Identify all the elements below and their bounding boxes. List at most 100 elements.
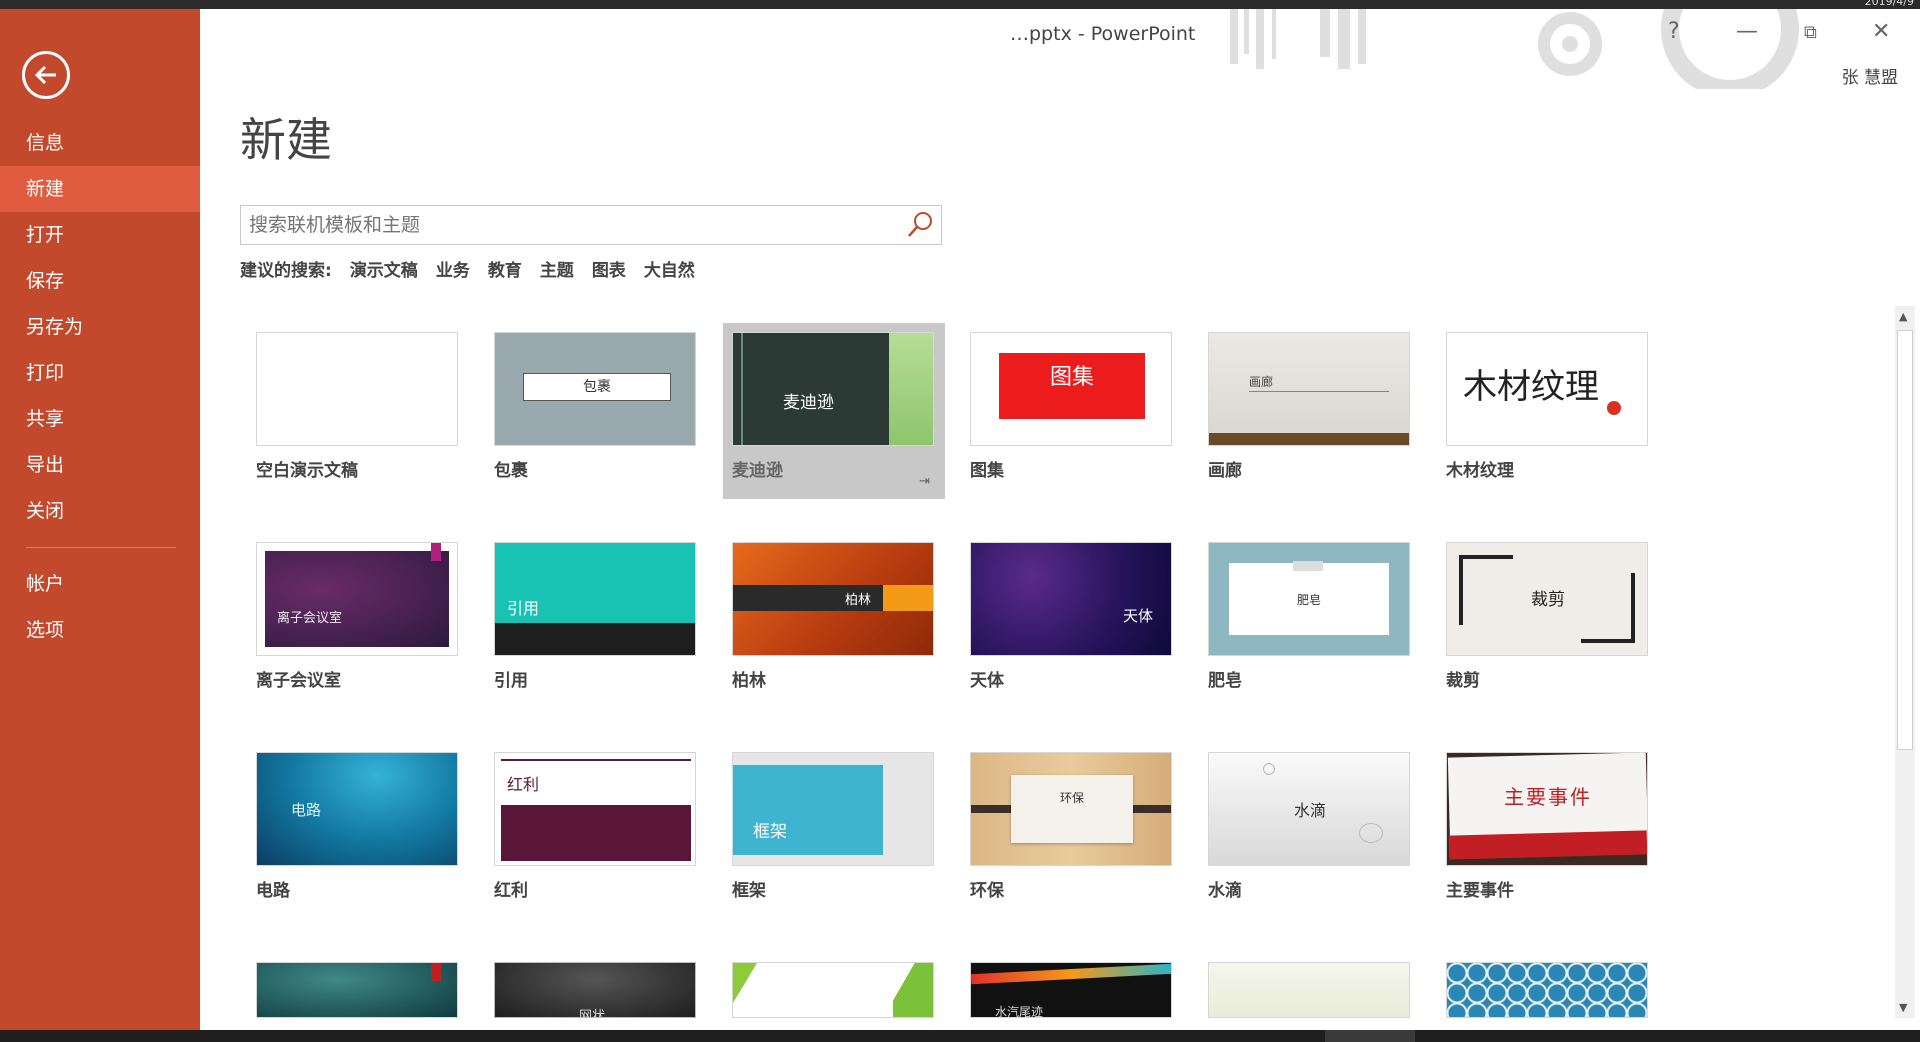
template-tile[interactable] xyxy=(1446,962,1648,1018)
template-tile-circuit[interactable]: 电路 电路 xyxy=(256,752,458,901)
template-thumbnail: 天体 xyxy=(970,542,1172,656)
template-tile-vapor-trail[interactable]: 水汽尾迹 xyxy=(970,962,1172,1018)
thumbnail-label: 电路 xyxy=(291,801,322,819)
template-name: 木材纹理 xyxy=(1446,461,1514,481)
template-tile-madison[interactable]: 麦迪逊 麦迪逊 ⇥ xyxy=(732,332,934,489)
template-tile-savon[interactable]: 肥皂 肥皂 xyxy=(1208,542,1410,691)
thumbnail-label: 水汽尾迹 xyxy=(995,1005,1044,1018)
template-thumbnail: 肥皂 xyxy=(1208,542,1410,656)
sidebar-item-open[interactable]: 打开 xyxy=(0,212,200,258)
template-thumbnail: 画廊 xyxy=(1208,332,1410,446)
template-thumbnail: 网状 xyxy=(494,962,696,1018)
template-name: 图集 xyxy=(970,461,1004,481)
pin-icon[interactable]: ⇥ xyxy=(919,474,930,489)
sidebar-item-save[interactable]: 保存 xyxy=(0,258,200,304)
scroll-up-icon[interactable]: ▲ xyxy=(1899,310,1907,323)
template-thumbnail: 离子会议室 xyxy=(256,542,458,656)
template-tile-ion-boardroom[interactable]: 离子会议室 离子会议室 xyxy=(256,542,458,691)
template-thumbnail: 图集 xyxy=(970,332,1172,446)
suggestion-link[interactable]: 演示文稿 xyxy=(350,256,418,281)
template-tile-main-event[interactable]: 主要事件 主要事件 xyxy=(1446,752,1648,901)
template-thumbnail: 麦迪逊 xyxy=(732,332,934,446)
suggestion-link[interactable]: 业务 xyxy=(436,256,470,281)
suggestion-link[interactable]: 图表 xyxy=(592,256,626,281)
template-tile[interactable] xyxy=(732,962,934,1018)
help-icon[interactable]: ? xyxy=(1668,19,1680,44)
template-tile-blank[interactable]: 空白演示文稿 xyxy=(256,332,458,481)
sidebar-item-print[interactable]: 打印 xyxy=(0,350,200,396)
sidebar-item-info[interactable]: 信息 xyxy=(0,120,200,166)
vertical-scrollbar[interactable]: ▲ ▼ xyxy=(1895,306,1915,1018)
template-thumbnail: 环保 xyxy=(970,752,1172,866)
date-text: 2019/4/9 xyxy=(1864,0,1914,8)
thumbnail-label: 主要事件 xyxy=(1504,785,1592,809)
taskbar xyxy=(0,1030,1920,1042)
suggestion-link[interactable]: 主题 xyxy=(540,256,574,281)
template-tile-droplet[interactable]: 水滴 水滴 xyxy=(1208,752,1410,901)
template-thumbnail xyxy=(1208,962,1410,1018)
restore-icon[interactable]: ⧉ xyxy=(1804,22,1817,43)
thumbnail-label: 环保 xyxy=(1059,791,1084,805)
sidebar-divider xyxy=(26,547,176,548)
template-name: 框架 xyxy=(732,881,766,901)
template-tile[interactable] xyxy=(1208,962,1410,1018)
thumbnail-label: 肥皂 xyxy=(1296,593,1321,607)
template-tile-berlin[interactable]: 柏林 柏林 xyxy=(732,542,934,691)
template-name: 电路 xyxy=(256,881,290,901)
sidebar-item-share[interactable]: 共享 xyxy=(0,396,200,442)
thumbnail-label: 红利 xyxy=(507,775,540,794)
user-name[interactable]: 张 慧盟 xyxy=(1842,63,1898,88)
template-thumbnail xyxy=(256,332,458,446)
search-icon[interactable] xyxy=(905,210,935,240)
template-tile-parcel[interactable]: 包裹 包裹 xyxy=(494,332,696,481)
template-thumbnail: 木材纹理 xyxy=(1446,332,1648,446)
document-title: …pptx - PowerPoint xyxy=(1010,23,1196,45)
template-tile-dividend[interactable]: 红利 红利 xyxy=(494,752,696,901)
minimize-icon[interactable]: — xyxy=(1736,19,1758,44)
thumbnail-label: 水滴 xyxy=(1293,801,1326,820)
template-thumbnail: 水滴 xyxy=(1208,752,1410,866)
taskbar-item[interactable] xyxy=(1325,1030,1415,1042)
sidebar-item-options[interactable]: 选项 xyxy=(0,607,200,653)
template-name: 主要事件 xyxy=(1446,881,1514,901)
template-thumbnail: 引用 xyxy=(494,542,696,656)
template-tile[interactable] xyxy=(256,962,458,1018)
template-tile-crop[interactable]: 裁剪 裁剪 xyxy=(1446,542,1648,691)
page-title: 新建 xyxy=(240,113,332,167)
template-thumbnail xyxy=(256,962,458,1018)
search-input[interactable] xyxy=(247,206,891,244)
scroll-down-icon[interactable]: ▼ xyxy=(1899,1001,1907,1014)
template-tile-frame[interactable]: 框架 框架 xyxy=(732,752,934,901)
sidebar-item-new[interactable]: 新建 xyxy=(0,166,200,212)
search-box xyxy=(240,205,942,245)
thumbnail-label: 天体 xyxy=(1122,607,1153,625)
backstage-sidebar: 信息 新建 打开 保存 另存为 打印 共享 导出 关闭 帐户 选项 xyxy=(0,9,200,1030)
template-thumbnail: 柏林 xyxy=(732,542,934,656)
top-strip: 2019/4/9 xyxy=(0,0,1920,9)
sidebar-item-export[interactable]: 导出 xyxy=(0,442,200,488)
suggestion-link[interactable]: 教育 xyxy=(488,256,522,281)
template-tile-celestial[interactable]: 天体 天体 xyxy=(970,542,1172,691)
template-tile-quotable[interactable]: 引用 引用 xyxy=(494,542,696,691)
template-name: 环保 xyxy=(970,881,1004,901)
template-tile-atlas[interactable]: 图集 图集 xyxy=(970,332,1172,481)
close-icon[interactable]: ✕ xyxy=(1872,19,1890,44)
template-name: 麦迪逊 xyxy=(732,461,783,481)
suggestion-link[interactable]: 大自然 xyxy=(644,256,695,281)
back-arrow-icon[interactable] xyxy=(22,51,70,99)
template-thumbnail: 红利 xyxy=(494,752,696,866)
sidebar-item-save-as[interactable]: 另存为 xyxy=(0,304,200,350)
template-tile-wood-type[interactable]: 木材纹理 木材纹理 xyxy=(1446,332,1648,481)
template-tile-gallery[interactable]: 画廊 画廊 xyxy=(1208,332,1410,481)
thumbnail-label: 包裹 xyxy=(523,373,671,401)
thumbnail-label: 离子会议室 xyxy=(277,611,343,626)
template-thumbnail: 主要事件 xyxy=(1446,752,1648,866)
scrollbar-thumb[interactable] xyxy=(1897,330,1913,750)
template-tile-organic[interactable]: 环保 环保 xyxy=(970,752,1172,901)
thumbnail-label: 木材纹理 xyxy=(1463,367,1599,407)
template-tile-mesh[interactable]: 网状 xyxy=(494,962,696,1018)
sidebar-item-account[interactable]: 帐户 xyxy=(0,561,200,607)
sidebar-item-close[interactable]: 关闭 xyxy=(0,488,200,534)
thumbnail-label: 柏林 xyxy=(845,593,872,608)
title-bar: …pptx - PowerPoint ? — ⧉ ✕ xyxy=(200,9,1920,59)
